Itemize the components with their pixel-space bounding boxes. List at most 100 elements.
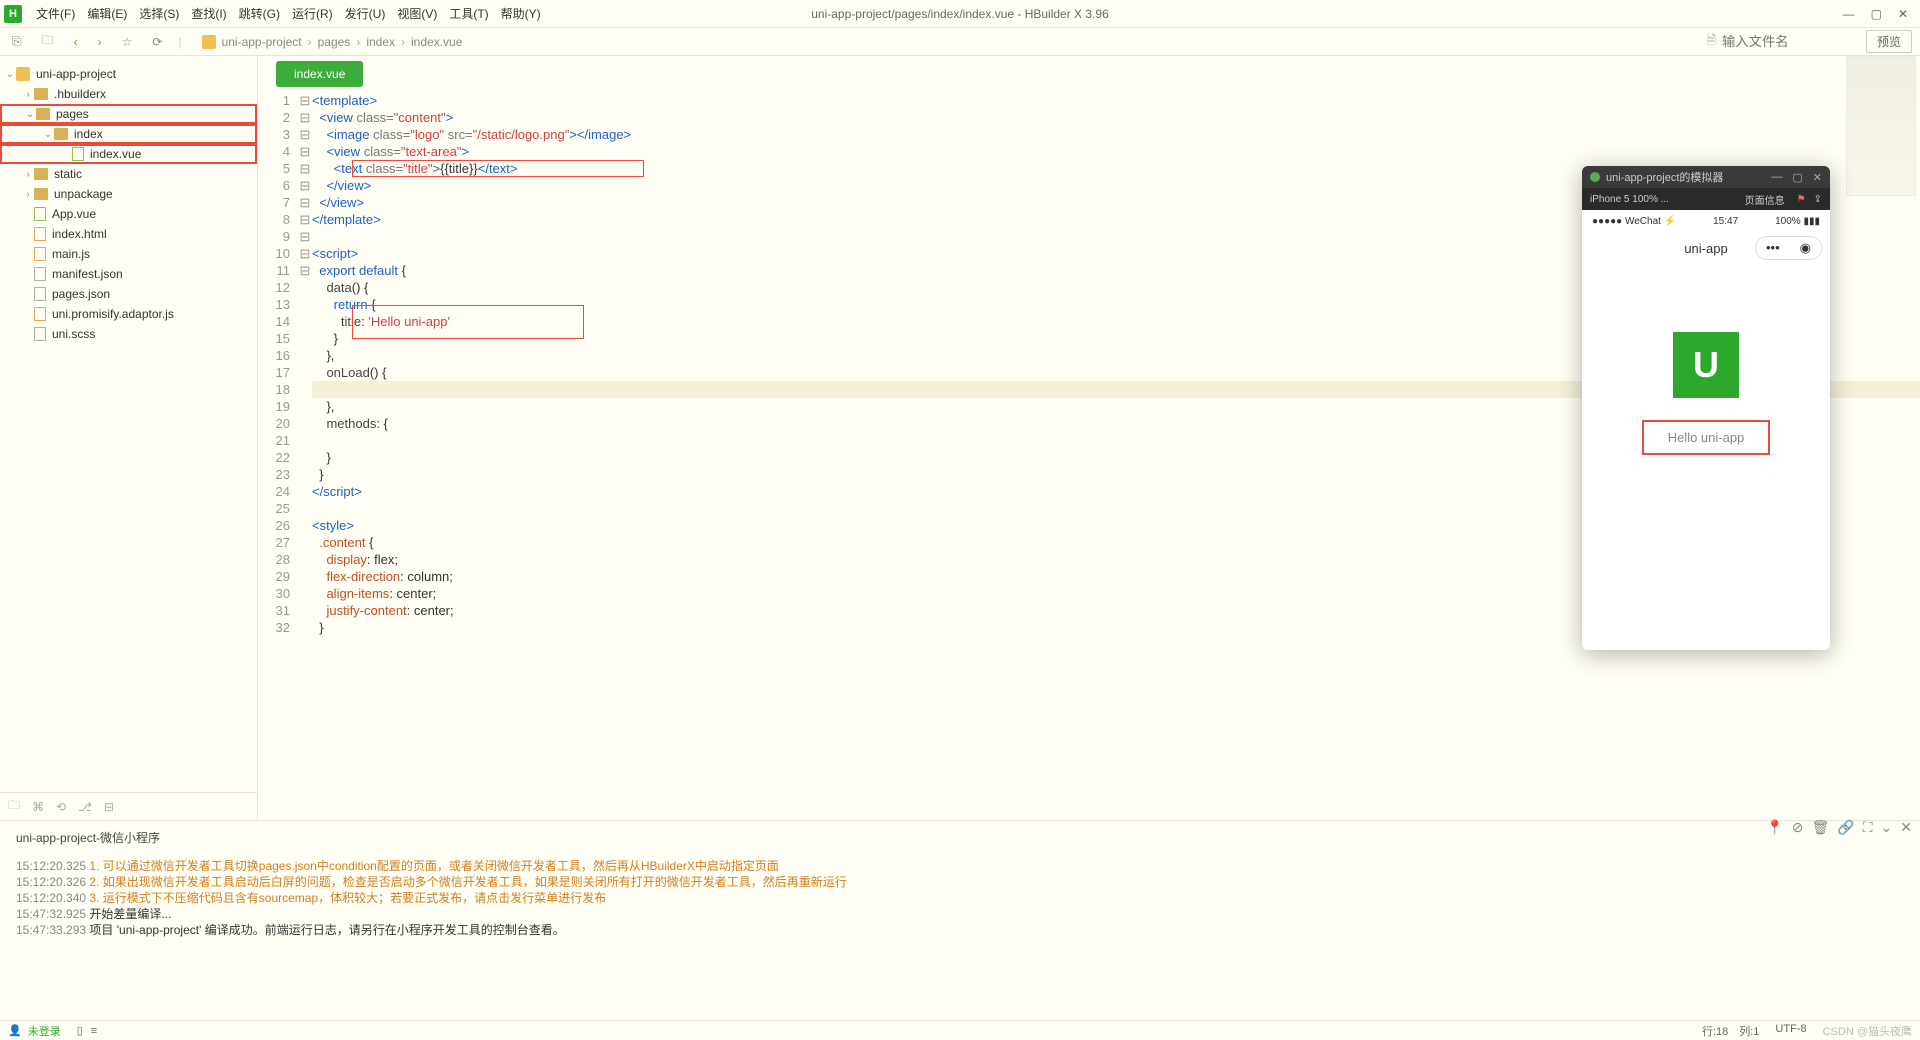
menu-帮助(Y)[interactable]: 帮助(Y) [495, 5, 547, 22]
menu-发行(U)[interactable]: 发行(U) [339, 5, 392, 22]
sim-toolbar: iPhone 5 100% ... 页面信息 ⚑ ⇪ [1582, 188, 1830, 210]
tree-item[interactable]: index.vue [0, 144, 257, 164]
menu-工具(T)[interactable]: 工具(T) [443, 5, 494, 22]
git-icon[interactable]: ⎇ [78, 800, 92, 814]
sync-icon[interactable]: ⟲ [56, 800, 66, 814]
nav-title: uni-app [1684, 241, 1727, 256]
tree-item[interactable]: ›static [0, 164, 257, 184]
tree-item[interactable]: pages.json [0, 284, 257, 304]
toolbar: ⎘ 🗀 ‹ › ☆ ⟳ | uni-app-project› pages› in… [0, 28, 1920, 56]
close-icon[interactable]: ✕ [1898, 7, 1908, 21]
menu-视图(V)[interactable]: 视图(V) [391, 5, 443, 22]
menu-文件(F)[interactable]: 文件(F) [30, 5, 81, 22]
simulator-window[interactable]: uni-app-project的模拟器 — ▢ ✕ iPhone 5 100% ..… [1582, 166, 1830, 650]
sim-status-dot [1590, 172, 1600, 182]
star-icon[interactable]: ☆ [118, 33, 137, 51]
file-tree: ⌄ uni-app-project ›.hbuilderx⌄pages⌄inde… [0, 56, 258, 820]
encoding[interactable]: UTF-8 [1775, 1023, 1806, 1039]
tree-item[interactable]: index.html [0, 224, 257, 244]
menu-选择(S)[interactable]: 选择(S) [133, 5, 185, 22]
sim-device[interactable]: iPhone 5 100% ... [1590, 194, 1669, 205]
tree-label: .hbuilderx [54, 87, 106, 101]
tree-item[interactable]: ›.hbuilderx [0, 84, 257, 104]
project-icon [16, 67, 30, 81]
menu-跳转(G)[interactable]: 跳转(G) [233, 5, 286, 22]
tree-label: pages.json [52, 287, 110, 301]
list-icon[interactable]: ≡ [91, 1025, 97, 1037]
folder-icon[interactable]: 🗀 [8, 796, 20, 817]
status-bar: 👤 未登录 ▯ ≡ 行:18 列:1 UTF-8 CSDN @猫头夜鹰 [0, 1020, 1920, 1040]
sim-max-icon[interactable]: ▢ [1792, 171, 1802, 184]
login-status[interactable]: 未登录 [28, 1023, 61, 1039]
cursor-position: 行:18 列:1 [1702, 1023, 1759, 1039]
menu-编辑(E)[interactable]: 编辑(E) [81, 5, 133, 22]
sim-min-icon[interactable]: — [1771, 171, 1782, 184]
console-tab[interactable]: uni-app-project-微信小程序 [0, 821, 1920, 854]
tree-label: index [74, 127, 103, 141]
link-icon[interactable]: 🔗 [1837, 819, 1854, 836]
sim-title-text: uni-app-project的模拟器 [1606, 169, 1723, 185]
terminal-icon[interactable]: ⌘ [32, 800, 44, 814]
capsule[interactable]: •••◉ [1755, 236, 1822, 260]
menu-dots-icon[interactable]: ••• [1756, 237, 1790, 259]
console-tools: 📍 ⊘ 🗑 🔗 ⛶ ⌄ ✕ [1766, 819, 1912, 836]
new-file-icon[interactable]: ⎘ [8, 32, 26, 51]
tree-item[interactable]: App.vue [0, 204, 257, 224]
bc-folder[interactable]: pages [318, 35, 351, 49]
expand-icon[interactable]: ⛶ [1863, 819, 1873, 836]
tree-item[interactable]: ⌄index [0, 124, 257, 144]
tree-item[interactable]: ⌄pages [0, 104, 257, 124]
phone-statusbar: ●●●●● WeChat ⚡ 15:47 100% ▮▮▮ [1582, 210, 1830, 232]
tree-label: static [54, 167, 82, 181]
app-logo: H [4, 5, 22, 23]
file-icon [34, 307, 46, 321]
tree-item[interactable]: ›unpackage [0, 184, 257, 204]
forward-icon[interactable]: › [94, 33, 106, 51]
menu-运行(R)[interactable]: 运行(R) [286, 5, 339, 22]
sim-titlebar: uni-app-project的模拟器 — ▢ ✕ [1582, 166, 1830, 188]
carrier: ●●●●● WeChat ⚡ [1592, 216, 1676, 227]
target-icon[interactable]: ◉ [1790, 237, 1821, 259]
bc-project[interactable]: uni-app-project [222, 35, 302, 49]
tree-item[interactable]: main.js [0, 244, 257, 264]
tree-label: index.html [52, 227, 107, 241]
stop-icon[interactable]: ⊘ [1792, 819, 1804, 836]
user-icon[interactable]: 👤 [8, 1024, 22, 1037]
tree-item[interactable]: uni.promisify.adaptor.js [0, 304, 257, 324]
maximize-icon[interactable]: ▢ [1871, 7, 1882, 21]
trash-icon[interactable]: 🗑 [1812, 819, 1830, 836]
preview-button[interactable]: 预览 [1866, 30, 1912, 53]
tree-item[interactable]: uni.scss [0, 324, 257, 344]
tree-root[interactable]: ⌄ uni-app-project [0, 64, 257, 84]
minimap[interactable] [1846, 56, 1916, 196]
file-search-icon: 🗎 [1706, 31, 1716, 52]
sim-page-info[interactable]: 页面信息 [1745, 192, 1785, 207]
tree-label: unpackage [54, 187, 113, 201]
pin-icon[interactable]: 📍 [1766, 819, 1783, 836]
editor-tab[interactable]: index.vue [276, 61, 363, 87]
save-icon[interactable]: 🗀 [38, 29, 58, 54]
refresh-icon[interactable]: ⟳ [148, 33, 166, 51]
tree-root-label: uni-app-project [36, 67, 116, 81]
back-icon[interactable]: ‹ [70, 33, 82, 51]
file-search-input[interactable] [1722, 34, 1842, 49]
tree-item[interactable]: manifest.json [0, 264, 257, 284]
minimize-icon[interactable]: — [1843, 7, 1855, 21]
bc-subfolder[interactable]: index [366, 35, 395, 49]
file-icon [72, 147, 84, 161]
tree-label: manifest.json [52, 267, 123, 281]
panel-icon[interactable]: ▯ [77, 1024, 83, 1037]
bc-file[interactable]: index.vue [411, 35, 462, 49]
bug-icon[interactable]: ⚑ [1797, 194, 1806, 205]
tree-label: uni.scss [52, 327, 95, 341]
battery: 100% ▮▮▮ [1775, 216, 1820, 227]
file-icon [34, 247, 46, 261]
uni-logo: U [1673, 332, 1739, 398]
menu-查找(I)[interactable]: 查找(I) [185, 5, 232, 22]
close-console-icon[interactable]: ✕ [1900, 819, 1912, 836]
collapse-icon[interactable]: ⊟ [104, 800, 114, 814]
sim-close-icon[interactable]: ✕ [1813, 171, 1822, 184]
share-icon[interactable]: ⇪ [1814, 194, 1822, 205]
folder-icon [34, 88, 48, 100]
down-icon[interactable]: ⌄ [1881, 819, 1893, 836]
